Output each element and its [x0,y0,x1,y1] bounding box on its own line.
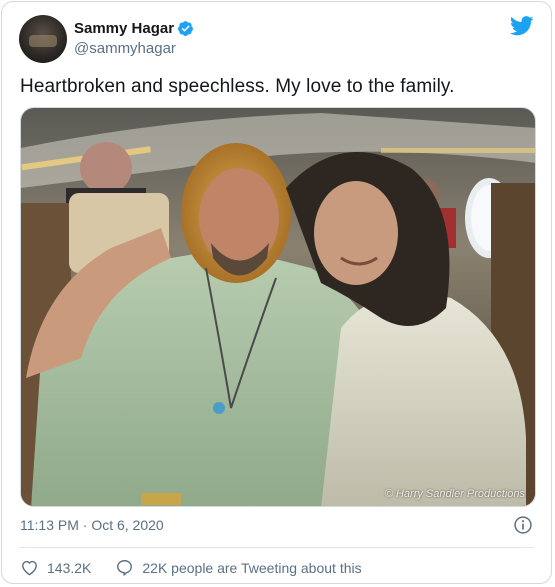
conversation-text: 22K people are Tweeting about this [142,559,362,576]
author-name[interactable]: Sammy Hagar [74,20,174,37]
twitter-bird-icon[interactable] [510,16,534,36]
photo-credit: © Harry Sandler Productions [384,488,525,500]
tweet-actions: 143.2K 22K people are Tweeting about thi… [20,558,386,577]
verified-badge-icon [178,21,193,36]
divider [19,547,534,548]
tweet-timestamp[interactable]: 11:13 PM · Oct 6, 2020 [20,517,164,533]
tweet-photo[interactable]: © Harry Sandler Productions [20,107,536,507]
author-handle[interactable]: @sammyhagar [74,40,176,57]
like-button[interactable]: 143.2K [20,558,91,577]
tweet-text: Heartbroken and speechless. My love to t… [20,76,455,97]
like-count: 143.2K [47,559,92,576]
avatar[interactable] [19,15,67,63]
speech-bubble-icon [117,560,133,576]
info-icon[interactable] [513,515,533,535]
conversation-button[interactable]: 22K people are Tweeting about this [115,558,362,577]
photo-illustration [21,108,535,506]
heart-icon [22,560,37,576]
tweet-card: Sammy Hagar @sammyhagar Heartbroken and … [1,1,552,584]
